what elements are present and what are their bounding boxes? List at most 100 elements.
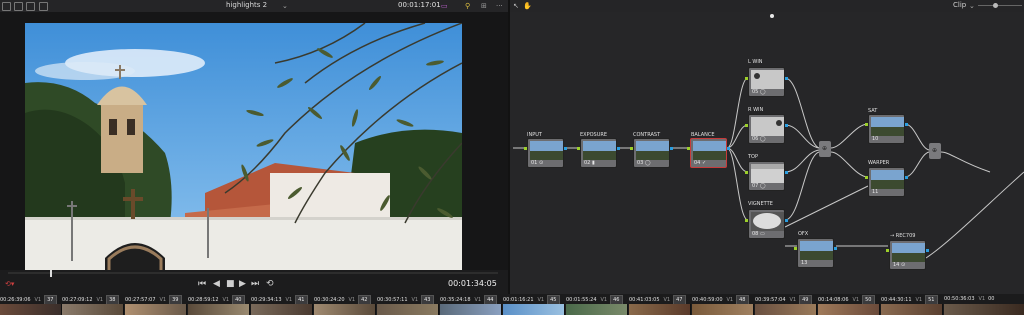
output-port[interactable] [926,249,929,252]
clip-thumbnail[interactable] [377,304,439,315]
hand-icon[interactable]: ✋ [523,2,532,10]
highlight-icon[interactable]: ⚲ [465,2,470,10]
clip-icon[interactable] [39,2,48,11]
clip-header[interactable]: 00:27:57:07 V1 39 [125,295,182,305]
split-icon[interactable] [14,2,23,11]
clip-thumbnail[interactable] [188,304,250,315]
clip-header[interactable]: 00:39:57:04 V1 49 [755,295,812,305]
output-port[interactable] [905,123,908,126]
clip-thumbnail[interactable] [629,304,691,315]
node-vignette[interactable]: 08 ▭ [748,209,785,239]
clip-header[interactable]: 00:30:57:11 V1 43 [377,295,434,305]
clip-header[interactable]: 00:35:24:18 V1 44 [440,295,497,305]
clip-thumbnail[interactable] [62,304,124,315]
clip-header[interactable]: 00:27:09:12 V1 38 [62,295,119,305]
output-port[interactable] [785,171,788,174]
clip-header[interactable]: 00:40:59:00 V1 48 [692,295,749,305]
node-r-win[interactable]: 06 ◯ [748,114,785,144]
input-port[interactable] [886,249,889,252]
layer-mixer-node-2[interactable]: ⊕ [929,143,941,159]
output-port[interactable] [564,147,567,150]
clip-header[interactable]: 00:50:36:03 V1 00 [944,295,995,303]
input-port[interactable] [524,147,527,150]
input-port[interactable] [745,219,748,222]
wipe-icon[interactable]: ⊞ [481,2,487,10]
input-port[interactable] [630,147,633,150]
clip-thumbnail[interactable] [944,304,1024,315]
node-exposure[interactable]: 02 ▮ [580,138,617,168]
clip-header[interactable]: 00:14:08:06 V1 50 [818,295,875,305]
input-port[interactable] [577,147,580,150]
node-warper[interactable]: 11 [868,167,905,197]
input-port[interactable] [794,247,797,250]
play-button[interactable]: ▶ [239,279,246,289]
layout-icon[interactable] [2,2,11,11]
clip-header[interactable]: 00:26:39:06 V1 37 [0,295,57,305]
more-icon[interactable]: ··· [496,2,503,10]
lut-icon[interactable]: ▭ [441,2,448,10]
clip-thumbnail[interactable] [503,304,565,315]
clip-thumbnail[interactable] [440,304,502,315]
clip-thumbnail[interactable] [755,304,817,315]
node-label: 05 ◯ [752,89,766,95]
node-l-win[interactable]: 05 ◯ [748,67,785,97]
input-port[interactable] [745,171,748,174]
node-top[interactable]: 07 ◯ [748,161,785,191]
loop-button[interactable]: ⟲ [266,279,274,289]
zoom-slider[interactable] [978,5,1022,6]
layer-mixer-node[interactable]: ⊕ [819,141,831,157]
node-rec709[interactable]: 14 ⊙ [889,240,926,270]
pointer-icon[interactable]: ↖ [513,2,519,10]
input-port[interactable] [865,123,868,126]
clip-header[interactable]: 00:28:59:12 V1 40 [188,295,245,305]
input-port[interactable] [745,77,748,80]
node-editor[interactable]: INPUT 01 ⊙ EXPOSURE 02 ▮ CONTRAST 03 ◯ B… [510,12,1024,294]
timeline-title[interactable]: highlights 2 [226,0,267,11]
clip-header[interactable]: 00:01:16:21 V1 45 [503,295,560,305]
output-port[interactable] [670,147,673,150]
output-port[interactable] [834,247,837,250]
play-reverse-button[interactable]: ◀ [213,279,220,289]
clip-thumbnail[interactable] [314,304,376,315]
mode-chevron-icon[interactable]: ⌄ [969,2,975,10]
clip-thumbnail[interactable] [125,304,187,315]
loop-icon[interactable]: ⟲▾ [5,280,14,288]
output-port[interactable] [617,147,620,150]
clip-thumbnail[interactable] [818,304,880,315]
node-balance[interactable]: 04 ✓ [690,138,727,168]
output-port[interactable] [785,124,788,127]
clip-header[interactable]: 00:41:03:05 V1 47 [629,295,686,305]
node-thumbnail [871,170,904,189]
playhead[interactable] [50,270,52,277]
clip-header[interactable]: 00:01:55:24 V1 46 [566,295,623,305]
stop-button[interactable]: ■ [226,279,235,289]
input-port[interactable] [687,147,690,150]
clip-thumbnail[interactable] [251,304,313,315]
mode-select[interactable]: Clip [953,0,966,11]
output-port[interactable] [785,219,788,222]
chevron-down-icon[interactable]: ⌄ [282,2,288,10]
jump-first-button[interactable]: ⏮ [198,279,206,289]
node-contrast[interactable]: 03 ◯ [633,138,670,168]
output-port[interactable] [727,147,730,150]
node-label: 14 ⊙ [893,262,906,268]
input-port[interactable] [865,176,868,179]
node-name-vignette: VIGNETTE [748,201,773,207]
node-sat[interactable]: 10 [868,114,905,144]
clip-thumbnail[interactable] [881,304,943,315]
gallery-icon[interactable] [26,2,35,11]
clip-header[interactable]: 00:44:30:11 V1 51 [881,295,938,305]
scrub-bar[interactable] [8,272,498,274]
output-port[interactable] [785,77,788,80]
zoom-slider-knob[interactable] [993,3,998,8]
node-ofx[interactable]: 13 [797,238,834,268]
input-port[interactable] [745,124,748,127]
clip-thumbnail[interactable] [0,304,62,315]
clip-thumbnail[interactable] [566,304,628,315]
clip-header[interactable]: 00:29:34:13 V1 41 [251,295,308,305]
clip-header[interactable]: 00:30:24:20 V1 42 [314,295,371,305]
jump-last-button[interactable]: ⏭ [251,279,259,289]
clip-thumbnail[interactable] [692,304,754,315]
output-port[interactable] [905,176,908,179]
node-input[interactable]: 01 ⊙ [527,138,564,168]
